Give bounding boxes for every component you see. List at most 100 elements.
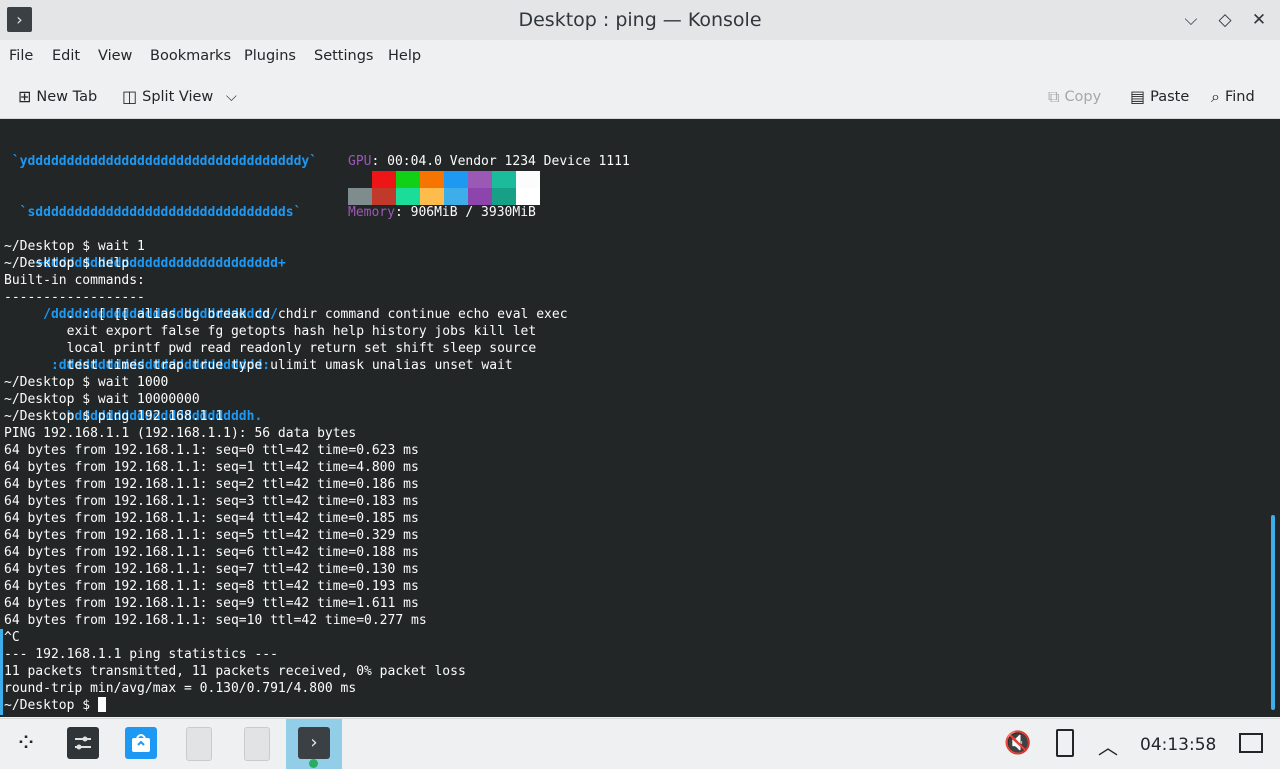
paste-button[interactable]: ▤ Paste <box>1130 87 1189 106</box>
palette-swatch <box>420 188 444 205</box>
memory-info: Memory: 906MiB / 3930MiB <box>348 204 630 221</box>
terminal-line: ~/Desktop $ wait 10000000 <box>4 392 200 407</box>
search-icon: ⌕ <box>1211 87 1220 106</box>
palette-swatch <box>372 171 396 188</box>
terminal-line: 64 bytes from 192.168.1.1: seq=10 ttl=42… <box>4 613 427 628</box>
title-bar: › Desktop : ping — Konsole ⌵ ◇ ✕ <box>0 0 1280 40</box>
show-desktop-icon[interactable] <box>1239 733 1263 753</box>
terminal-line: 64 bytes from 192.168.1.1: seq=9 ttl=42 … <box>4 596 419 611</box>
menu-bookmarks[interactable]: Bookmarks <box>150 48 231 64</box>
color-palette <box>348 171 540 205</box>
palette-swatch <box>516 188 540 205</box>
paste-label: Paste <box>1150 89 1190 105</box>
prompt-line[interactable]: ~/Desktop $ <box>4 697 568 714</box>
terminal-line: ~/Desktop $ wait 1000 <box>4 375 169 390</box>
scrollbar-thumb[interactable] <box>1271 515 1275 710</box>
memory-value: : 906MiB / 3930MiB <box>394 205 536 220</box>
terminal-line: 64 bytes from 192.168.1.1: seq=8 ttl=42 … <box>4 579 419 594</box>
palette-swatch <box>444 171 468 188</box>
gpu-value: : 00:04.0 Vendor 1234 Device 1111 <box>371 154 630 169</box>
terminal-line: ~/Desktop $ ping 192.168.1.1 <box>4 409 224 424</box>
menu-edit[interactable]: Edit <box>52 48 80 64</box>
konsole-icon[interactable]: › <box>298 727 330 759</box>
terminal-line: 64 bytes from 192.168.1.1: seq=1 ttl=42 … <box>4 460 419 475</box>
toolbar: ⊞ New Tab ◫ Split View ⌵ ⧉ Copy ▤ Paste ⌕ Fin… <box>0 74 1280 119</box>
paste-icon: ▤ <box>1130 87 1146 106</box>
terminal-output: ~/Desktop $ wait 1 ~/Desktop $ help Built-… <box>4 238 568 714</box>
terminal-line: --- 192.168.1.1 ping statistics --- <box>4 647 278 662</box>
taskbar: ⁘ › 🔇 ︿ 04:13:58 <box>0 718 1280 769</box>
app-launcher-icon[interactable]: ⁘ <box>10 727 42 759</box>
terminal-line: 64 bytes from 192.168.1.1: seq=3 ttl=42 … <box>4 494 419 509</box>
file-icon[interactable] <box>244 727 270 761</box>
palette-swatch <box>420 171 444 188</box>
palette-swatch <box>372 188 396 205</box>
palette-swatch <box>492 188 516 205</box>
terminal-line: . : [ [[ alias bg break cd chdir command… <box>4 307 568 322</box>
diamond-icon[interactable]: ◇ <box>1213 8 1237 32</box>
copy-icon: ⧉ <box>1048 87 1060 106</box>
file-icon[interactable] <box>186 727 212 761</box>
discover-icon[interactable] <box>125 727 157 759</box>
clock[interactable]: 04:13:58 <box>1140 735 1216 755</box>
system-settings-icon[interactable] <box>67 727 99 759</box>
terminal-line: ~/Desktop $ help <box>4 256 130 271</box>
gpu-info: GPU: 00:04.0 Vendor 1234 Device 1111 <box>348 153 630 170</box>
logo-line: `sdddddddddddddddddddddddddddddddds` <box>4 205 302 220</box>
copy-button[interactable]: ⧉ Copy <box>1048 87 1101 107</box>
find-label: Find <box>1224 89 1255 105</box>
selection-marker <box>0 629 3 715</box>
text-cursor <box>97 697 106 712</box>
terminal-line: 11 packets transmitted, 11 packets recei… <box>4 664 466 679</box>
terminal-line: exit export false fg getopts hash help h… <box>4 324 537 339</box>
usb-drive-icon[interactable] <box>1056 729 1074 757</box>
terminal-line: 64 bytes from 192.168.1.1: seq=7 ttl=42 … <box>4 562 419 577</box>
terminal-line: Built-in commands: <box>4 273 145 288</box>
terminal-line: test times trap true type ulimit umask u… <box>4 358 513 373</box>
palette-swatch <box>516 171 540 188</box>
terminal-line: ------------------ <box>4 290 145 305</box>
running-indicator-icon <box>309 759 318 768</box>
terminal-line: round-trip min/avg/max = 0.130/0.791/4.8… <box>4 681 357 696</box>
terminal-line: ~/Desktop $ wait 1 <box>4 239 145 254</box>
logo-line: `ydddddddddddddddddddddddddddddddddddy` <box>4 154 318 169</box>
menu-help[interactable]: Help <box>388 48 421 64</box>
new-tab-label: New Tab <box>36 89 98 105</box>
terminal-line: 64 bytes from 192.168.1.1: seq=0 ttl=42 … <box>4 443 419 458</box>
find-button[interactable]: ⌕ Find <box>1211 87 1255 107</box>
copy-label: Copy <box>1064 89 1102 105</box>
terminal-scrollbar[interactable] <box>1266 119 1280 717</box>
chevron-down-icon: ⌵ <box>225 89 237 105</box>
palette-swatch <box>396 188 420 205</box>
palette-swatch <box>396 171 420 188</box>
terminal-line: PING 192.168.1.1 (192.168.1.1): 56 data … <box>4 426 357 441</box>
split-view-label: Split View <box>142 89 214 105</box>
terminal-line: 64 bytes from 192.168.1.1: seq=6 ttl=42 … <box>4 545 419 560</box>
close-icon[interactable]: ✕ <box>1247 8 1271 32</box>
terminal-line: 64 bytes from 192.168.1.1: seq=4 ttl=42 … <box>4 511 419 526</box>
new-tab-icon: ⊞ <box>18 87 32 106</box>
window-title: Desktop : ping — Konsole <box>518 9 762 31</box>
menu-bar: File Edit View Bookmarks Plugins Setting… <box>0 40 1280 74</box>
palette-swatch <box>348 188 372 205</box>
palette-swatch <box>348 171 372 188</box>
menu-view[interactable]: View <box>98 48 132 64</box>
split-view-icon: ◫ <box>122 87 138 106</box>
palette-swatch <box>492 171 516 188</box>
memory-key: Memory <box>348 205 395 220</box>
prompt-text: ~/Desktop $ <box>4 698 98 713</box>
terminal-view[interactable]: `ydddddddddddddddddddddddddddddddddddy` … <box>0 119 1280 717</box>
menu-plugins[interactable]: Plugins <box>244 48 296 64</box>
menu-file[interactable]: File <box>9 48 33 64</box>
new-tab-button[interactable]: ⊞ New Tab <box>18 87 97 106</box>
terminal-line: 64 bytes from 192.168.1.1: seq=2 ttl=42 … <box>4 477 419 492</box>
chevron-down-icon[interactable]: ⌵ <box>1179 8 1203 32</box>
tray-expand-icon[interactable]: ︿ <box>1098 731 1118 760</box>
terminal-line: local printf pwd read readonly return se… <box>4 341 537 356</box>
palette-swatch <box>468 188 492 205</box>
menu-settings[interactable]: Settings <box>314 48 373 64</box>
volume-muted-icon[interactable]: 🔇 <box>1004 731 1031 756</box>
split-view-button[interactable]: ◫ Split View ⌵ <box>122 87 237 106</box>
terminal-line: ^C <box>4 630 20 645</box>
terminal-line: 64 bytes from 192.168.1.1: seq=5 ttl=42 … <box>4 528 419 543</box>
